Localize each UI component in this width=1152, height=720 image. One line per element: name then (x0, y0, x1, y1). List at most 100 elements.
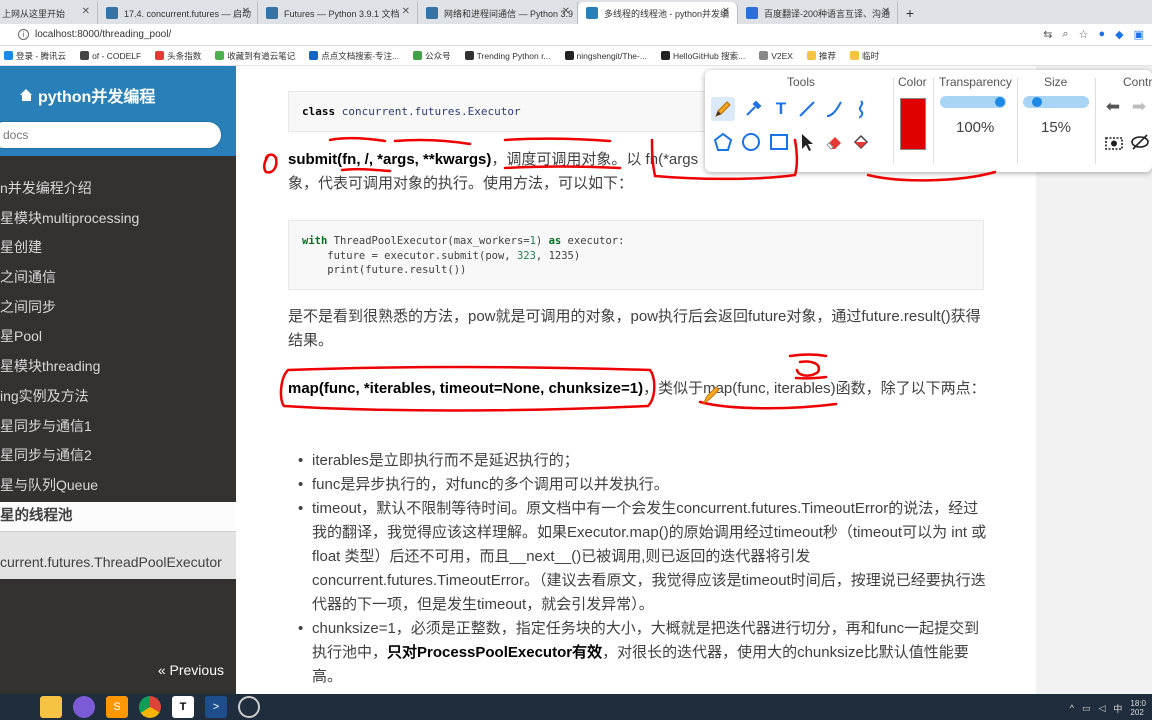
browser-tab[interactable]: 网络和进程间通信 — Python 3.9 ✕ (418, 2, 578, 24)
sidebar-nav-item[interactable]: 星同步与通信2 (0, 441, 236, 471)
rectangle-icon[interactable] (767, 130, 791, 154)
sidebar-nav-item[interactable]: 星创建 (0, 233, 236, 263)
extension-icon[interactable]: ◆ (1115, 28, 1123, 41)
network-icon[interactable]: ▭ (1082, 703, 1091, 714)
size-slider[interactable] (1023, 96, 1089, 108)
url-field[interactable]: i localhost:8000/threading_pool/ (18, 29, 171, 40)
tab-close-icon[interactable]: ✕ (722, 6, 730, 17)
sidebar-nav-current[interactable]: 星的线程池 (0, 501, 236, 531)
undo-arrow-icon[interactable]: ⬅ (1101, 95, 1125, 119)
browser-tab[interactable]: Futures — Python 3.9.1 文档 ✕ (258, 2, 418, 24)
search-input[interactable]: docs (0, 121, 222, 149)
text-tool-icon[interactable]: T (769, 97, 793, 121)
bookmark-star-icon[interactable]: ☆ (1079, 28, 1089, 41)
bookmark-item[interactable]: ningshengit/The-... (564, 51, 647, 61)
eraser-icon[interactable] (822, 130, 846, 154)
size-slider-knob[interactable] (1032, 97, 1043, 107)
sidebar-nav-item[interactable]: ing实例及方法 (0, 382, 236, 412)
tab-label: 多线程的线程池 - python并发编 (604, 8, 730, 19)
code-token: with (302, 235, 328, 247)
volume-icon[interactable]: ◁ (1098, 703, 1105, 714)
sidebar-nav-subitem[interactable]: current.futures.ThreadPoolExecutor (0, 530, 236, 579)
screenshot-icon[interactable] (1102, 130, 1126, 154)
site-title-text[interactable]: python并发编程 (38, 83, 155, 107)
sidebar-nav-item[interactable]: 之间同步 (0, 293, 236, 323)
code-token: future = executor.submit(pow, (302, 249, 517, 262)
sidebar-nav-item[interactable]: 星同步与通信1 (0, 412, 236, 442)
translate-icon[interactable]: ⇆ (1043, 28, 1052, 41)
app-icon[interactable] (73, 696, 95, 718)
tab-close-icon[interactable]: ✕ (402, 6, 410, 17)
tab-label: 百度翻译-200种语言互译、沟通 (764, 8, 891, 19)
hide-eye-icon[interactable] (1128, 130, 1152, 154)
url-text[interactable]: localhost:8000/threading_pool/ (35, 29, 171, 40)
tab-close-icon[interactable]: ✕ (562, 6, 570, 17)
tab-favicon-icon (586, 7, 598, 19)
sidebar-nav-item[interactable]: 之间通信 (0, 263, 236, 293)
code-token: ThreadPoolExecutor(max_workers= (327, 235, 530, 247)
code-token: print(future.result()) (302, 264, 467, 276)
bookmark-item[interactable]: 登录 - 腾讯云 (4, 50, 66, 62)
typora-icon[interactable]: T (172, 696, 194, 718)
code-line: print(future.result()) (302, 263, 983, 278)
site-title[interactable]: python并发编程 (20, 83, 155, 107)
tray-up-icon[interactable]: ^ (1070, 703, 1074, 713)
browser-tab[interactable]: 17.4. concurrent.futures — 启动 ✕ (98, 2, 258, 24)
sidebar-nav-item[interactable]: n并发编程介绍 (0, 174, 236, 204)
tab-close-icon[interactable]: ✕ (882, 6, 890, 17)
pen-icon[interactable] (711, 97, 735, 121)
bookmark-item[interactable]: 推荐 (806, 50, 836, 62)
chrome-icon[interactable] (139, 696, 161, 718)
color-swatch[interactable] (900, 98, 926, 150)
pointer-icon[interactable] (795, 130, 819, 154)
bookmark-item[interactable]: 收藏到有道云笔记 (215, 50, 295, 62)
sidebar-nav-item[interactable]: 星与队列Queue (0, 471, 236, 501)
clock-app-icon[interactable] (238, 696, 260, 718)
extension-drop-icon[interactable]: ● (1098, 28, 1105, 41)
tab-favicon-icon (106, 7, 118, 19)
polygon-icon[interactable] (711, 130, 735, 154)
file-explorer-icon[interactable] (40, 696, 62, 718)
bookmark-item[interactable]: 临时 (849, 50, 879, 62)
bookmark-favicon-icon (215, 51, 225, 60)
bookmark-item[interactable]: 点点文档搜索-专注... (309, 50, 399, 62)
transparency-slider-knob[interactable] (995, 97, 1005, 107)
transparency-slider[interactable] (940, 96, 1006, 108)
fill-icon[interactable] (849, 130, 873, 154)
sidebar-nav-item[interactable]: 星模块threading (0, 352, 236, 382)
browser-tab[interactable]: 百度翻译-200种语言互译、沟通 ✕ (738, 2, 898, 24)
sublime-icon[interactable]: S (106, 696, 128, 718)
browser-tab[interactable]: 上网从这里开始 ✕ (0, 2, 98, 24)
bookmark-item[interactable]: V2EX (759, 51, 793, 61)
bookmark-favicon-icon (564, 51, 574, 60)
site-info-icon[interactable]: i (18, 29, 29, 40)
zoom-icon[interactable]: ⌕ (1062, 28, 1068, 41)
bookmark-item[interactable]: 公众号 (413, 50, 451, 62)
tab-close-icon[interactable]: ✕ (82, 6, 90, 17)
bookmark-item[interactable]: Trending Python r... (464, 51, 551, 61)
sidebar-nav-item[interactable]: 星Pool (0, 322, 236, 352)
bookmark-label: 收藏到有道云笔记 (227, 50, 296, 61)
curve-icon[interactable] (822, 97, 846, 121)
sidebar-nav-item[interactable]: 星模块multiprocessing (0, 204, 236, 234)
bookmark-item[interactable]: 头条指数 (155, 50, 201, 62)
bookmark-item[interactable]: HelloGitHub 搜索... (660, 50, 745, 62)
bookmark-item[interactable]: of - CODELF (80, 51, 141, 61)
size-value: 15% (1041, 119, 1072, 136)
bookmark-label: 头条指数 (167, 50, 202, 61)
new-tab-button[interactable]: + (898, 2, 922, 24)
line-icon[interactable] (795, 97, 819, 121)
docs-sidebar: python并发编程 docs n并发编程介绍 星模块multiprocessin… (0, 66, 236, 694)
extension-translate-icon[interactable]: ▣ (1134, 28, 1144, 41)
circle-icon[interactable] (739, 130, 763, 154)
browser-tab[interactable]: 多线程的线程池 - python并发编 ✕ (578, 2, 738, 24)
code-token: executor: (561, 235, 625, 247)
redo-arrow-icon[interactable]: ➡ (1127, 95, 1151, 119)
tray-clock[interactable]: 18:0 202 (1130, 699, 1146, 717)
tab-close-icon[interactable]: ✕ (242, 6, 250, 17)
highlighter-icon[interactable] (741, 97, 765, 121)
powershell-icon[interactable]: > (205, 696, 227, 718)
previous-link[interactable]: « Previous (158, 662, 224, 678)
freehand-icon[interactable] (849, 97, 873, 121)
ime-indicator[interactable]: 中 (1113, 702, 1122, 715)
